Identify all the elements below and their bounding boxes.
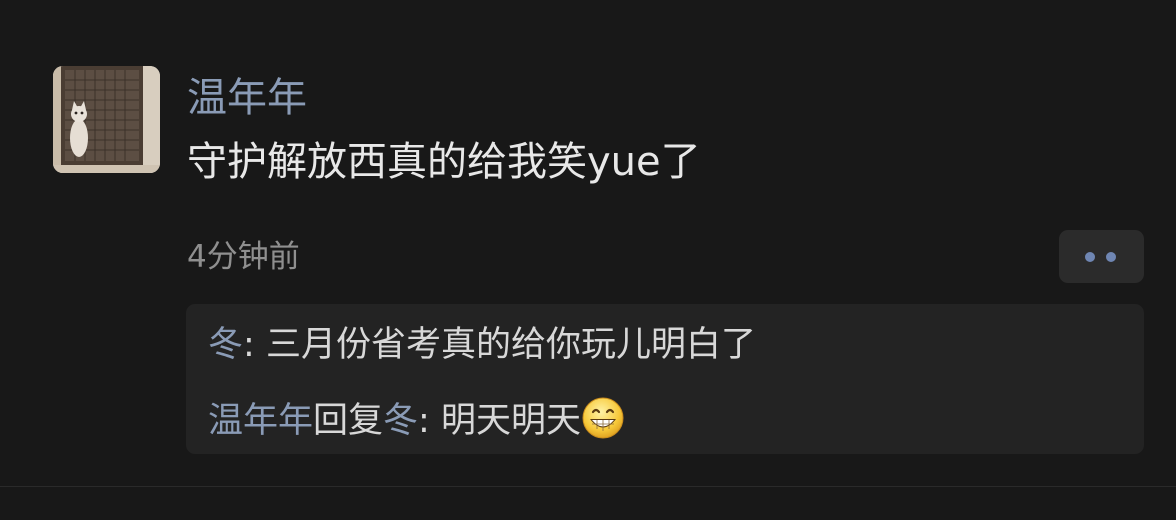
reply-item[interactable]: 冬: 三月份省考真的给你玩儿明白了 [208, 323, 756, 367]
cat-in-window-avatar-icon [53, 66, 160, 173]
divider [0, 486, 1176, 487]
reply-author[interactable]: 冬 [208, 325, 243, 365]
more-options-button[interactable] [1059, 230, 1144, 283]
more-dot-right [1106, 252, 1116, 262]
reply-item[interactable]: 温年年回复冬: 明天明天 [208, 396, 625, 443]
reply-text: 明天明天 [440, 401, 581, 441]
comment-author[interactable]: 温年年 [187, 74, 307, 122]
reply-separator: : [418, 401, 441, 441]
avatar[interactable] [53, 66, 160, 173]
grinning-face-emoji-icon [582, 397, 624, 439]
reply-text: 三月份省考真的给你玩儿明白了 [265, 325, 756, 365]
more-dot-left [1085, 252, 1095, 262]
reply-author[interactable]: 温年年 [208, 401, 313, 441]
comment-timestamp: 4分钟前 [187, 239, 300, 275]
comment-text: 守护解放西真的给我笑yue了 [187, 139, 701, 185]
reply-preview-panel[interactable]: 冬: 三月份省考真的给你玩儿明白了 温年年回复冬: 明天明天 [186, 304, 1144, 454]
reply-separator: : [243, 325, 266, 365]
reply-target[interactable]: 冬 [383, 401, 418, 441]
reply-word: 回复 [313, 401, 384, 441]
